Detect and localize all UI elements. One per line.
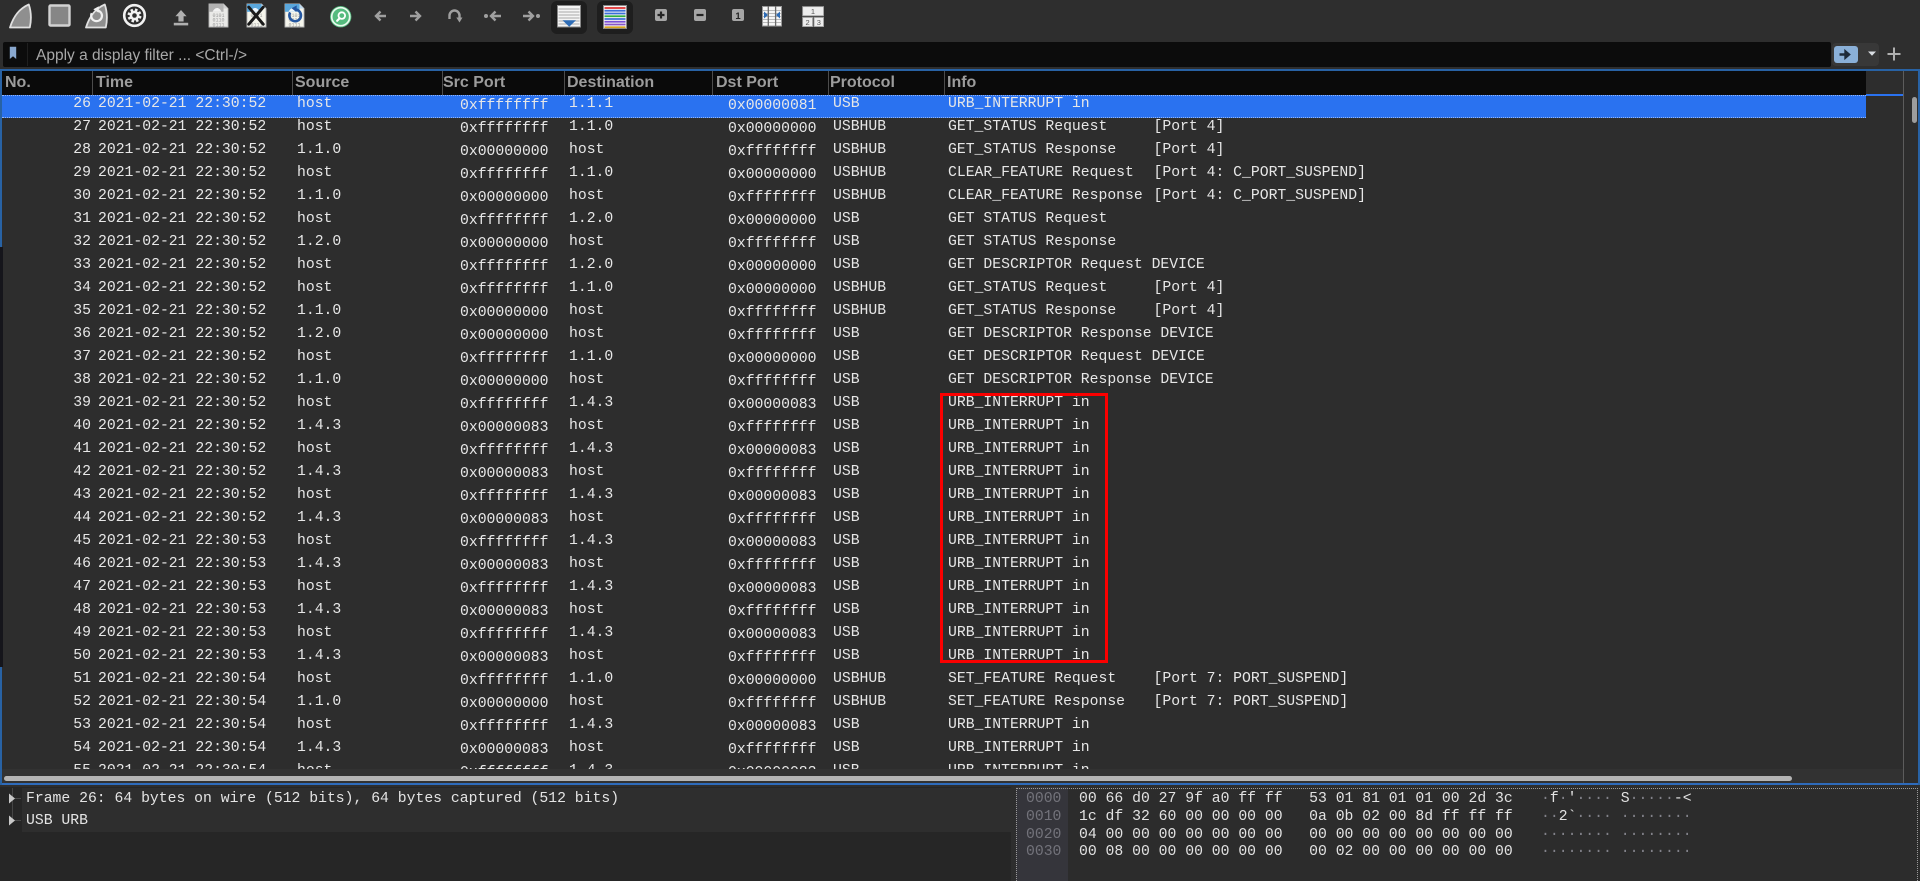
- svg-text:3: 3: [817, 18, 821, 27]
- svg-text:1: 1: [811, 7, 815, 16]
- svg-text:1: 1: [735, 11, 741, 21]
- svg-text:2: 2: [806, 18, 810, 27]
- svg-text:0111: 0111: [289, 22, 301, 28]
- svg-text:0111: 0111: [213, 22, 225, 28]
